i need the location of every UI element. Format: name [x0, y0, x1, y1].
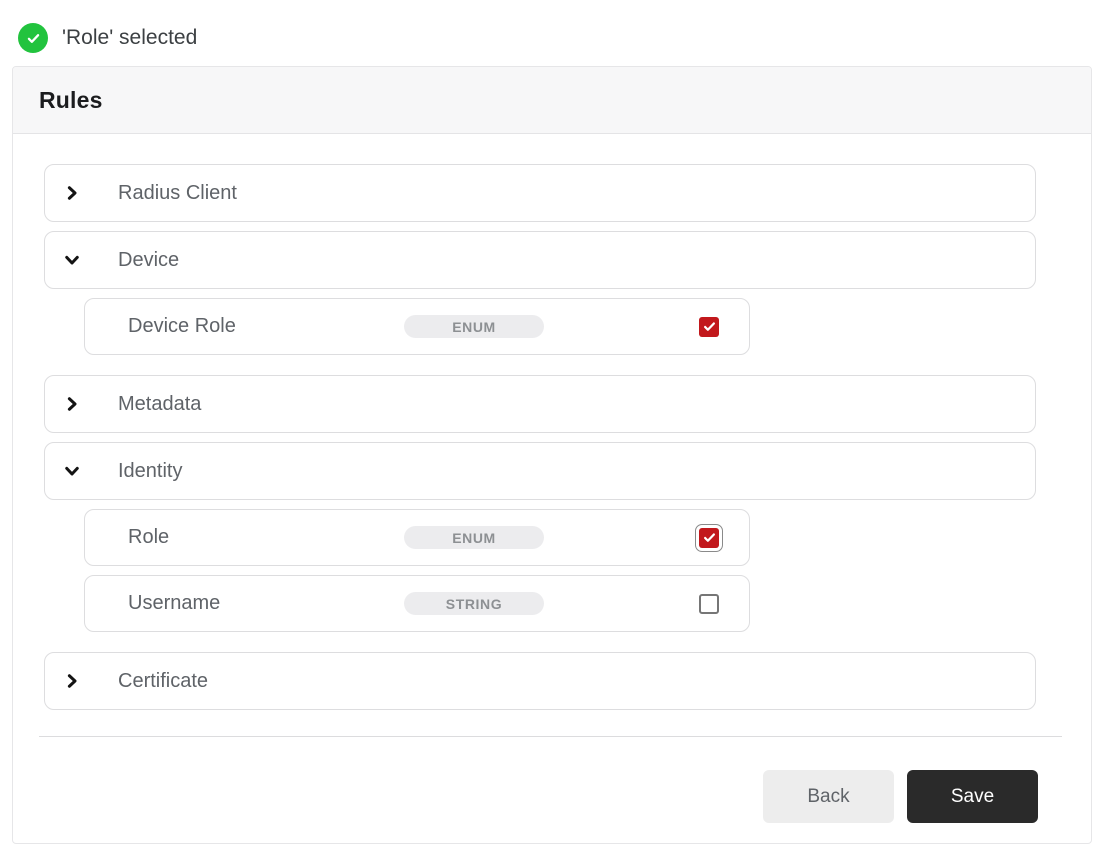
toast-notification: 'Role' selected [0, 0, 1105, 66]
chevron-right-icon [63, 672, 81, 690]
attribute-row-username: UsernameSTRING [84, 575, 750, 632]
checkbox-username[interactable] [699, 594, 719, 614]
section-row-radius-client[interactable]: Radius Client [44, 164, 1036, 222]
chevron-right-icon [63, 395, 81, 413]
chevron-down-icon [63, 251, 81, 269]
save-button[interactable]: Save [907, 770, 1038, 823]
rules-panel-header: Rules [13, 67, 1091, 134]
toast-message: 'Role' selected [62, 26, 197, 50]
attribute-row-device-role: Device RoleENUM [84, 298, 750, 355]
check-circle-icon [18, 23, 48, 53]
footer-actions: Back Save [13, 737, 1091, 823]
checkbox-device-role[interactable] [699, 317, 719, 337]
section-row-metadata[interactable]: Metadata [44, 375, 1036, 433]
type-badge: STRING [404, 592, 544, 615]
back-button[interactable]: Back [763, 770, 894, 823]
attribute-label: Username [128, 592, 404, 615]
attribute-label: Role [128, 526, 404, 549]
section-label: Device [118, 249, 179, 272]
chevron-down-icon [63, 462, 81, 480]
rules-panel: Rules Radius ClientDeviceDevice RoleENUM… [12, 66, 1092, 844]
chevron-right-icon [63, 184, 81, 202]
section-label: Radius Client [118, 182, 237, 205]
section-label: Metadata [118, 393, 201, 416]
section-row-identity[interactable]: Identity [44, 442, 1036, 500]
section-row-certificate[interactable]: Certificate [44, 652, 1036, 710]
attribute-row-role: RoleENUM [84, 509, 750, 566]
section-row-device[interactable]: Device [44, 231, 1036, 289]
checkbox-role[interactable] [699, 528, 719, 548]
attribute-label: Device Role [128, 315, 404, 338]
rules-accordion: Radius ClientDeviceDevice RoleENUMMetada… [44, 164, 1035, 710]
section-label: Identity [118, 460, 182, 483]
type-badge: ENUM [404, 526, 544, 549]
page-title: Rules [39, 87, 103, 114]
section-label: Certificate [118, 670, 208, 693]
type-badge: ENUM [404, 315, 544, 338]
